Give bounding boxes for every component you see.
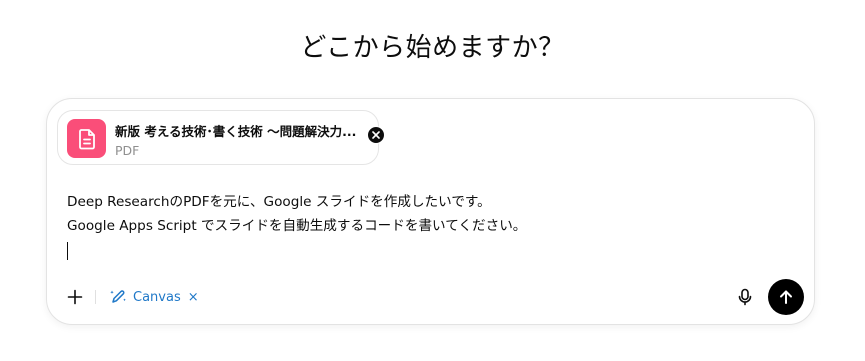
attachment-file-type: PDF bbox=[115, 143, 140, 158]
add-attachment-button[interactable] bbox=[64, 286, 86, 308]
canvas-remove-icon[interactable]: × bbox=[188, 290, 199, 305]
canvas-tool-pill[interactable]: Canvas × bbox=[109, 285, 199, 309]
attachment-card[interactable]: 新版 考える技術･書く技術 〜問題解決力... PDF bbox=[57, 110, 385, 165]
close-icon bbox=[372, 131, 380, 139]
attachment-file-name: 新版 考える技術･書く技術 〜問題解決力... bbox=[115, 124, 357, 139]
canvas-label: Canvas bbox=[133, 289, 181, 305]
prompt-line: Deep ResearchのPDFを元に、Google スライドを作成したいです… bbox=[67, 194, 491, 210]
prompt-input[interactable]: Deep ResearchのPDFを元に、Google スライドを作成したいです… bbox=[67, 190, 787, 238]
document-icon bbox=[67, 119, 106, 158]
page-heading: どこから始めますか？ bbox=[300, 33, 565, 63]
plus-icon bbox=[67, 289, 83, 305]
remove-attachment-button[interactable] bbox=[367, 126, 385, 144]
message-composer[interactable]: 新版 考える技術･書く技術 〜問題解決力... PDF Deep Researc… bbox=[46, 98, 815, 325]
text-caret bbox=[67, 242, 68, 260]
send-button[interactable] bbox=[768, 279, 804, 315]
microphone-icon bbox=[738, 288, 752, 306]
toolbar-divider bbox=[95, 290, 96, 304]
prompt-line: Google Apps Script でスライドを自動生成するコードを書いてくだ… bbox=[67, 218, 527, 234]
arrow-up-icon bbox=[780, 290, 792, 304]
dictate-button[interactable] bbox=[733, 285, 757, 309]
canvas-pen-icon bbox=[110, 290, 126, 303]
